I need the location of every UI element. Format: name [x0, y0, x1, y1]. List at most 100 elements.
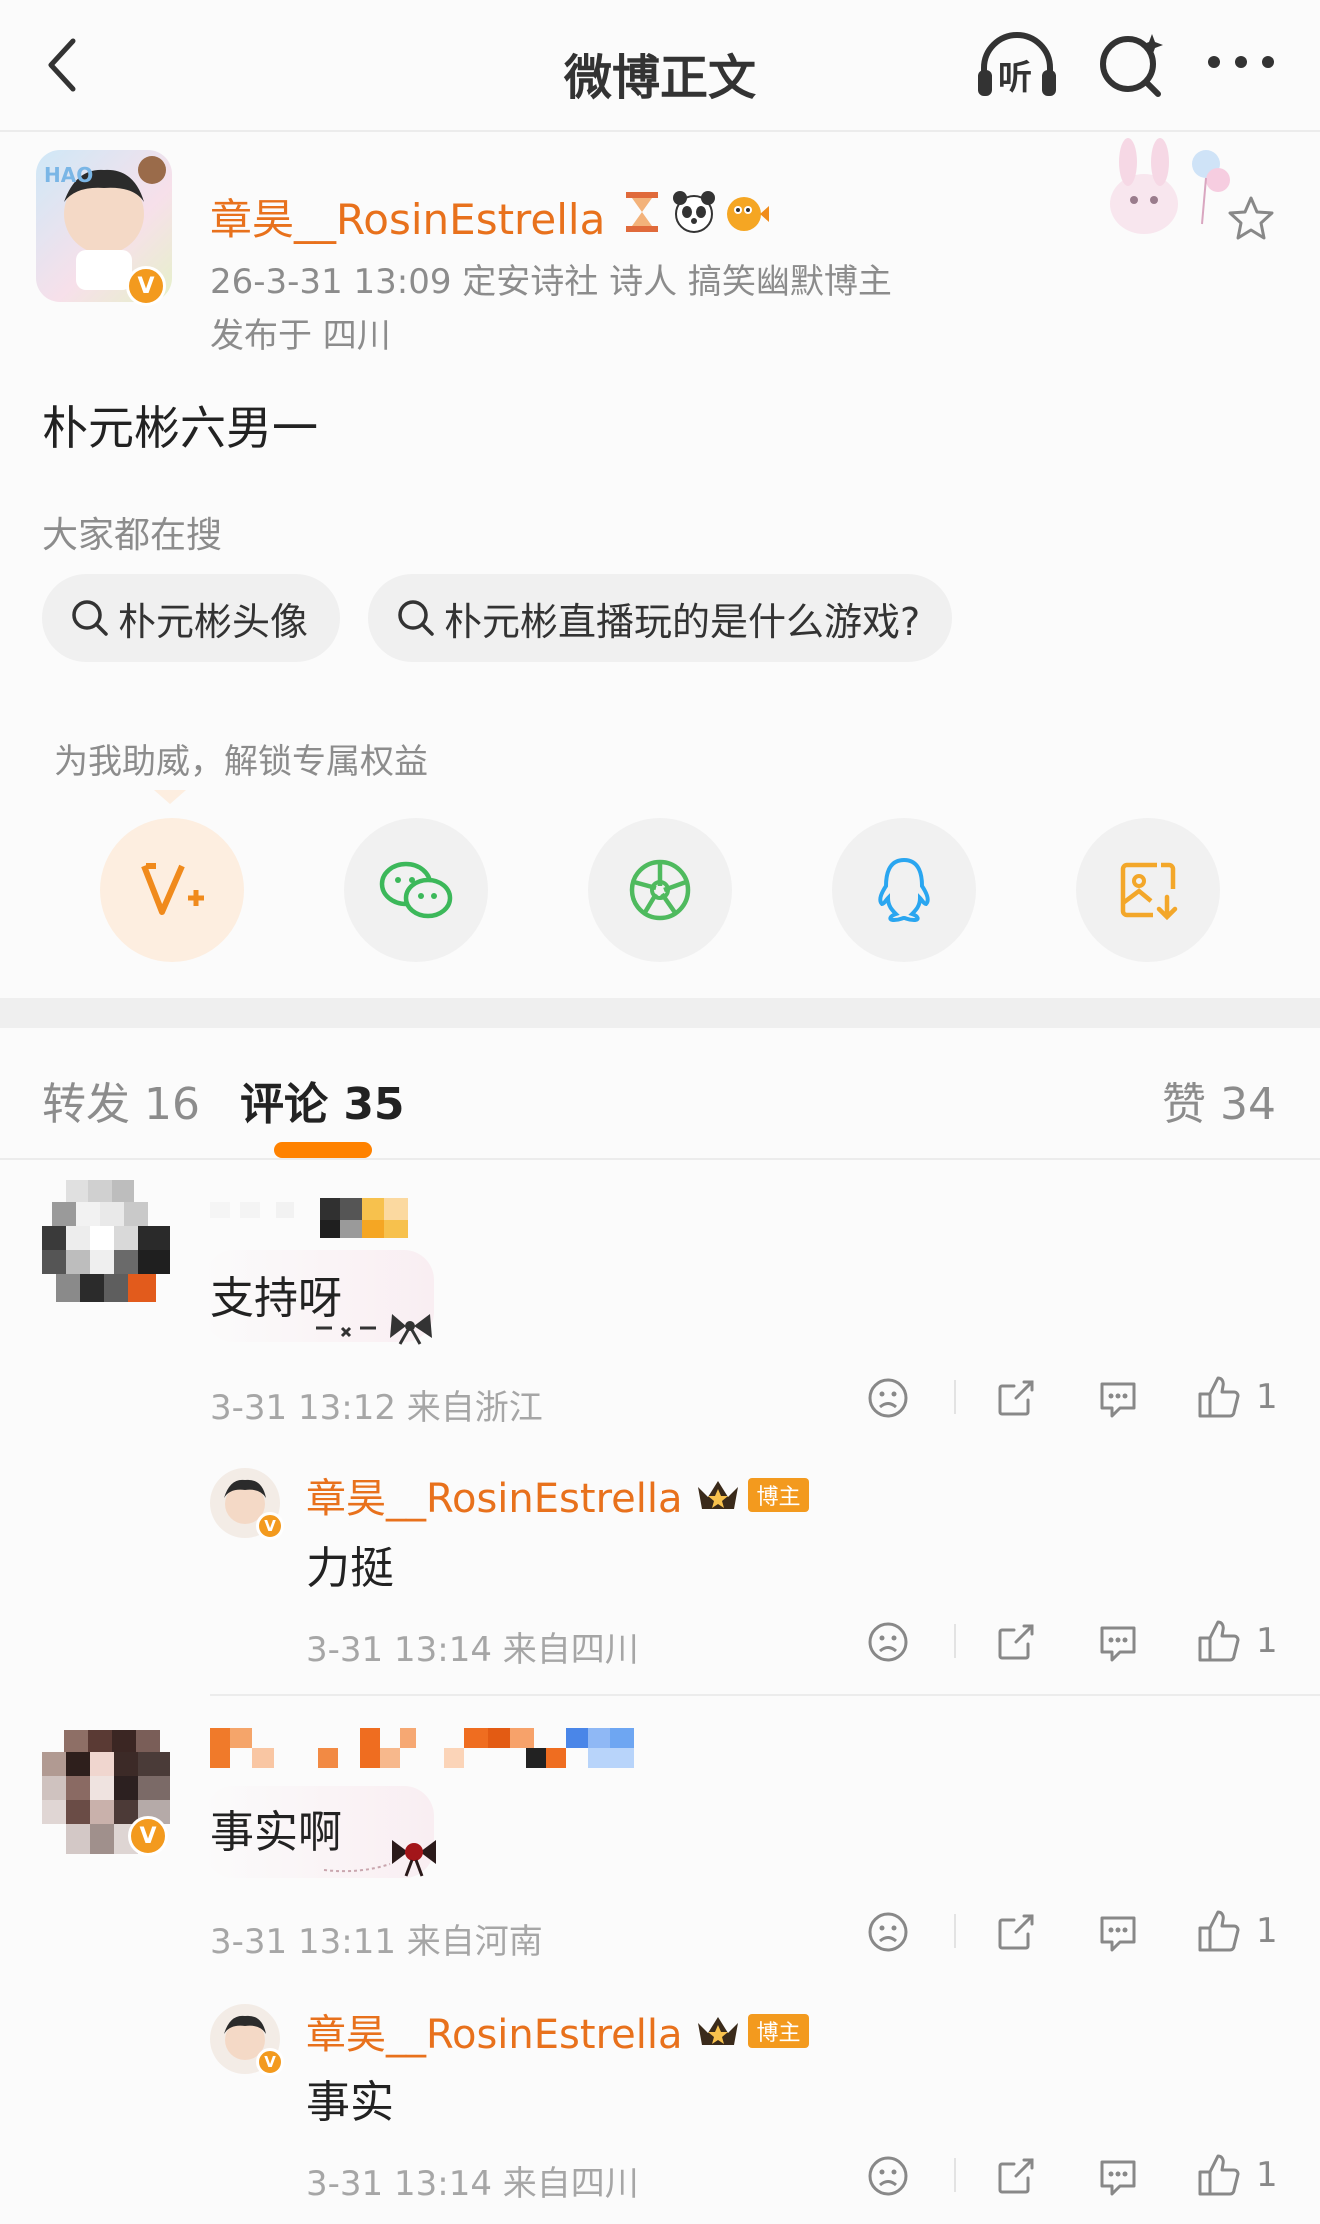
search-heading: 大家都在搜: [42, 515, 223, 556]
tab-likes[interactable]: 赞 34: [1162, 1068, 1276, 1132]
verified-badge-icon: V: [128, 1816, 168, 1856]
dislike-button[interactable]: [866, 1376, 910, 1420]
share-arrow-icon: [998, 1624, 1034, 1660]
verified-badge-icon: V: [256, 1512, 284, 1540]
vplus-icon: [141, 863, 204, 915]
comment-bubble-icon: [1100, 1382, 1136, 1418]
save-image-icon: [1120, 862, 1178, 921]
qq-icon: [878, 857, 930, 923]
tab-comments[interactable]: 评论 35: [240, 1068, 405, 1132]
search-chip-label: 朴元彬直播玩的是什么游戏?: [444, 599, 921, 644]
reply-button[interactable]: [1096, 1910, 1140, 1954]
post-content: 朴元彬六男一: [42, 401, 318, 455]
search-icon: [72, 600, 108, 636]
like-button[interactable]: 1: [1196, 2152, 1278, 2198]
reply-author-line: 章昊__RosinEstrella 博主: [306, 1466, 809, 1524]
commenter-avatar[interactable]: [42, 1180, 170, 1308]
search-chip[interactable]: 朴元彬头像: [42, 574, 341, 662]
svg-text:HAO: HAO: [44, 163, 93, 187]
moments-share-button[interactable]: [588, 818, 732, 962]
search-sparkle-icon[interactable]: [1096, 30, 1166, 100]
like-count: 1: [1256, 1911, 1278, 1951]
reply-time: 3-31 13:14 来自四川: [306, 1630, 639, 1670]
comment-bubble-icon: [1100, 1626, 1136, 1662]
thumbs-up-icon: [1198, 2154, 1240, 2196]
pufferfish-icon: [722, 188, 770, 236]
vplus-button[interactable]: [100, 818, 244, 962]
action-divider: [954, 1380, 956, 1414]
reply-button[interactable]: [1096, 1620, 1140, 1664]
comment-bubble-icon: [1100, 1916, 1136, 1952]
comment-time: 3-31 13:12 来自浙江: [210, 1388, 543, 1428]
more-options-icon[interactable]: [1206, 42, 1276, 82]
like-count: 1: [1256, 1621, 1278, 1661]
like-count: 1: [1256, 1377, 1278, 1417]
comment-divider: [210, 1694, 1320, 1696]
star-favorite-icon[interactable]: [1226, 194, 1276, 244]
verified-badge-icon: V: [126, 266, 166, 306]
post-meta: 26-3-31 13:09 定安诗社 诗人 搞笑幽默博主: [210, 262, 892, 302]
bow-sticker-icon: [310, 1306, 450, 1346]
comment-time: 3-31 13:11 来自河南: [210, 1922, 543, 1962]
repost-comment-button[interactable]: [994, 1376, 1038, 1420]
reply-text: 力挺: [306, 1543, 394, 1594]
tab-active-indicator: [274, 1142, 372, 1158]
comment-bubble-icon: [1100, 2160, 1136, 2196]
like-count: 1: [1256, 2155, 1278, 2195]
dislike-button[interactable]: [866, 1910, 910, 1954]
sad-face-icon: [868, 2156, 908, 2196]
thumbs-up-icon: [1198, 1376, 1240, 1418]
reply-button[interactable]: [1096, 1376, 1140, 1420]
nav-bar: 微博正文 听: [0, 0, 1320, 132]
reply-author-name[interactable]: 章昊__RosinEstrella: [306, 1466, 682, 1524]
search-icon: [398, 600, 434, 636]
tabs-divider: [0, 1158, 1320, 1160]
wechat-icon: [379, 861, 453, 919]
wechat-share-button[interactable]: [344, 818, 488, 962]
like-button[interactable]: 1: [1196, 1908, 1278, 1954]
reply-button[interactable]: [1096, 2154, 1140, 2198]
boost-text: 为我助威，解锁专属权益: [54, 742, 428, 782]
commenter-name-pixelated[interactable]: [210, 1728, 636, 1770]
share-arrow-icon: [998, 1914, 1034, 1950]
listen-headphones-icon[interactable]: 听: [974, 30, 1060, 102]
sad-face-icon: [868, 1912, 908, 1952]
share-arrow-icon: [998, 2158, 1034, 2194]
host-badge: 博主: [748, 1478, 809, 1512]
decorative-bunny-sticker: [1094, 134, 1234, 244]
action-divider: [954, 1624, 956, 1658]
dislike-button[interactable]: [866, 2154, 910, 2198]
dislike-button[interactable]: [866, 1620, 910, 1664]
crown-icon: [698, 2017, 739, 2045]
reply-text: 事实: [306, 2077, 394, 2128]
save-image-button[interactable]: [1076, 818, 1220, 962]
action-divider: [954, 1914, 956, 1948]
qq-share-button[interactable]: [832, 818, 976, 962]
listen-label: 听: [998, 58, 1032, 98]
rose-bow-sticker-icon: [320, 1830, 450, 1878]
action-divider: [954, 2158, 956, 2192]
sad-face-icon: [868, 1378, 908, 1418]
reply-author-line: 章昊__RosinEstrella 博主: [306, 2002, 809, 2060]
post-location: 发布于 四川: [210, 316, 391, 356]
commenter-name-pixelated[interactable]: [210, 1198, 426, 1240]
reply-author-name[interactable]: 章昊__RosinEstrella: [306, 2002, 682, 2060]
crown-icon: [698, 1481, 739, 1509]
post-author-name[interactable]: 章昊__RosinEstrella: [210, 186, 605, 247]
host-badge: 博主: [748, 2014, 809, 2048]
panda-icon: [670, 188, 718, 236]
like-button[interactable]: 1: [1196, 1618, 1278, 1664]
thumbs-up-icon: [1198, 1620, 1240, 1662]
section-divider: [0, 998, 1320, 1028]
moments-icon: [629, 859, 691, 921]
like-button[interactable]: 1: [1196, 1374, 1278, 1420]
tab-repost[interactable]: 转发 16: [42, 1068, 200, 1132]
search-chip[interactable]: 朴元彬直播玩的是什么游戏?: [368, 574, 953, 662]
reply-time: 3-31 13:14 来自四川: [306, 2164, 639, 2204]
hourglass-icon: [622, 190, 666, 234]
search-chip-label: 朴元彬头像: [118, 599, 309, 644]
repost-comment-button[interactable]: [994, 1620, 1038, 1664]
verified-badge-icon: V: [256, 2048, 284, 2076]
repost-comment-button[interactable]: [994, 2154, 1038, 2198]
repost-comment-button[interactable]: [994, 1910, 1038, 1954]
